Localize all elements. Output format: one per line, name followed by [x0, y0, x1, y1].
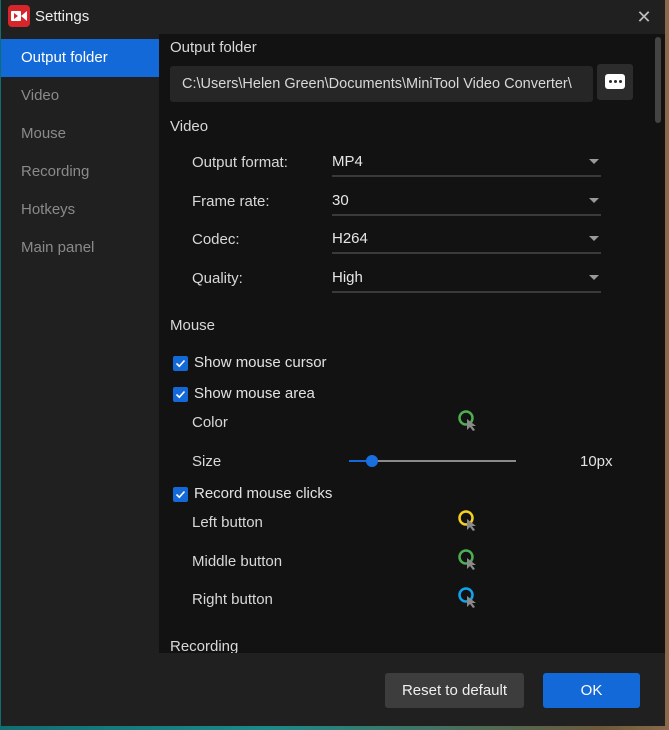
window-title: Settings — [35, 8, 90, 25]
close-icon[interactable]: ✕ — [633, 6, 655, 28]
checkbox-checked-icon — [173, 387, 188, 402]
dialog-footer: Reset to default OK — [1, 653, 665, 726]
title-bar: Settings ✕ — [1, 0, 665, 34]
quality-value: High — [332, 269, 363, 286]
record-mouse-clicks-label: Record mouse clicks — [194, 485, 333, 502]
chevron-down-icon — [589, 198, 599, 203]
size-value: 10px — [580, 453, 613, 470]
sidebar-item-output-folder[interactable]: Output folder — [1, 39, 159, 77]
size-slider[interactable] — [349, 454, 516, 468]
output-format-label: Output format: — [192, 154, 288, 171]
middle-button-color-icon[interactable] — [457, 548, 479, 572]
left-button-color-icon[interactable] — [457, 509, 479, 533]
sidebar-item-recording[interactable]: Recording — [1, 153, 159, 191]
sidebar-item-main-panel[interactable]: Main panel — [1, 229, 159, 267]
show-mouse-cursor-label: Show mouse cursor — [194, 354, 327, 371]
middle-button-label: Middle button — [192, 553, 283, 570]
output-format-value: MP4 — [332, 153, 363, 170]
ok-button[interactable]: OK — [543, 673, 640, 708]
codec-label: Codec: — [192, 231, 240, 248]
frame-rate-select[interactable]: 30 — [332, 186, 601, 216]
left-button-label: Left button — [192, 514, 263, 531]
sidebar-item-mouse[interactable]: Mouse — [1, 115, 159, 153]
reset-to-default-button[interactable]: Reset to default — [385, 673, 524, 708]
codec-value: H264 — [332, 230, 368, 247]
output-folder-heading: Output folder — [170, 39, 257, 56]
scrollbar[interactable] — [655, 37, 661, 123]
more-icon — [605, 74, 625, 89]
video-heading: Video — [170, 118, 209, 135]
chevron-down-icon — [589, 159, 599, 164]
show-mouse-area-label: Show mouse area — [194, 385, 315, 402]
video-recorder-icon — [8, 5, 30, 27]
sidebar-item-hotkeys[interactable]: Hotkeys — [1, 191, 159, 229]
sidebar: Output folder Video Mouse Recording Hotk… — [1, 39, 159, 267]
checkbox-checked-icon — [173, 356, 188, 371]
mouse-heading: Mouse — [170, 317, 216, 334]
slider-thumb[interactable] — [366, 455, 379, 467]
size-label: Size — [192, 453, 222, 470]
quality-label: Quality: — [192, 270, 243, 287]
color-label: Color — [192, 414, 228, 431]
quality-select[interactable]: High — [332, 263, 601, 293]
right-button-label: Right button — [192, 591, 273, 608]
output-path-field[interactable]: C:\Users\Helen Green\Documents\MiniTool … — [170, 66, 593, 102]
chevron-down-icon — [589, 275, 599, 280]
frame-rate-value: 30 — [332, 192, 349, 209]
codec-select[interactable]: H264 — [332, 224, 601, 254]
area-color-picker-icon[interactable] — [457, 409, 479, 433]
frame-rate-label: Frame rate: — [192, 193, 270, 210]
settings-window: Settings ✕ Output folder Video Mouse Rec… — [1, 0, 665, 726]
right-button-color-icon[interactable] — [457, 586, 479, 610]
settings-content: Output folder C:\Users\Helen Green\Docum… — [159, 34, 665, 653]
chevron-down-icon — [589, 236, 599, 241]
recording-heading: Recording — [170, 638, 239, 653]
sidebar-item-video[interactable]: Video — [1, 77, 159, 115]
browse-button[interactable] — [597, 64, 633, 100]
checkbox-checked-icon — [173, 487, 188, 502]
output-format-select[interactable]: MP4 — [332, 147, 601, 177]
